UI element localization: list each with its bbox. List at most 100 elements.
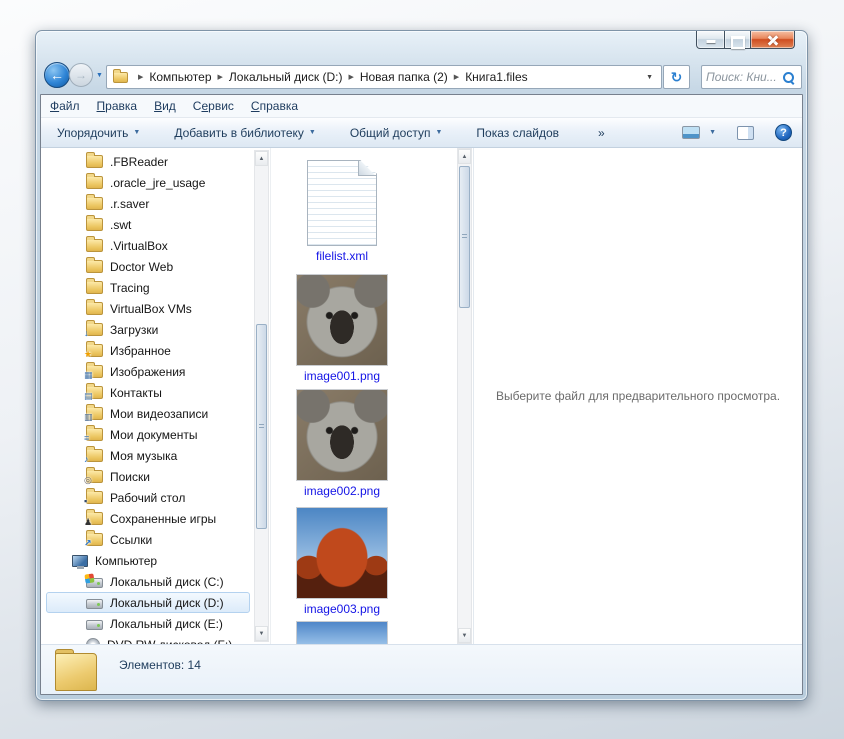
- sidebar-item[interactable]: Рабочий стол: [46, 487, 250, 508]
- file-item[interactable]: image002.png: [272, 389, 412, 498]
- explorer-window: ← → ▼ ▶ Компьютер ▶ Локальный диск (D:) …: [35, 30, 808, 701]
- file-name[interactable]: image002.png: [272, 484, 412, 498]
- sidebar-item[interactable]: .oracle_jre_usage: [46, 172, 250, 193]
- file-list-pane: filelist.xml image001.png image002.png: [272, 148, 473, 644]
- file-item[interactable]: image003.png: [272, 507, 412, 616]
- sidebar-item[interactable]: .r.saver: [46, 193, 250, 214]
- chevron-down-icon: ▼: [309, 129, 316, 136]
- file-item[interactable]: filelist.xml: [272, 160, 412, 263]
- sidebar-item-label: Tracing: [110, 281, 150, 295]
- toolbar-button[interactable]: Упорядочить ▼: [57, 126, 140, 140]
- refresh-button[interactable]: ↻: [663, 65, 690, 89]
- file-list-scrollbar[interactable]: ▲ ▼: [457, 148, 472, 644]
- file-name[interactable]: image003.png: [272, 602, 412, 616]
- sidebar-item[interactable]: Контакты: [46, 382, 250, 403]
- file-item[interactable]: image001.png: [272, 274, 412, 383]
- sidebar-item[interactable]: Загрузки: [46, 319, 250, 340]
- breadcrumb-segment-label[interactable]: Компьютер: [149, 70, 211, 84]
- sidebar-item-label: Изображения: [110, 365, 185, 379]
- help-icon[interactable]: ?: [775, 124, 792, 141]
- scroll-down-icon[interactable]: ▼: [255, 626, 268, 641]
- menu-item[interactable]: Правка: [97, 99, 138, 113]
- sidebar-item[interactable]: Мои документы: [46, 424, 250, 445]
- menu-item[interactable]: Вид: [154, 99, 176, 113]
- breadcrumb-segment[interactable]: ▶ Компьютер: [132, 70, 212, 84]
- file-thumbnail[interactable]: [307, 160, 377, 246]
- sidebar-scrollbar[interactable]: ▲ ▼: [254, 150, 269, 642]
- sidebar-item[interactable]: DVD RW дисковод (F:): [46, 634, 250, 644]
- breadcrumb[interactable]: ▶ Компьютер ▶ Локальный диск (D:) ▶ Нова…: [106, 65, 662, 89]
- scroll-up-icon[interactable]: ▲: [458, 149, 471, 164]
- sidebar-item[interactable]: Локальный диск (C:): [46, 571, 250, 592]
- file-thumbnail[interactable]: [296, 389, 388, 481]
- forward-button[interactable]: →: [69, 63, 93, 87]
- breadcrumb-segment-label[interactable]: Новая папка (2): [360, 70, 448, 84]
- toolbar: Упорядочить ▼ Добавить в библиотеку ▼ Об…: [41, 118, 802, 148]
- breadcrumb-arrow-icon[interactable]: ▶: [218, 73, 223, 81]
- menu-item[interactable]: Справка: [251, 99, 298, 113]
- sidebar-item[interactable]: .swt: [46, 214, 250, 235]
- views-dropdown-icon[interactable]: ▼: [709, 129, 716, 136]
- close-button[interactable]: [750, 31, 795, 49]
- toolbar-button-label: Добавить в библиотеку: [174, 126, 304, 140]
- sidebar-item-label: Локальный диск (C:): [110, 575, 224, 589]
- breadcrumb-segment[interactable]: ▶ Книга1.files: [448, 70, 528, 84]
- breadcrumb-segment-label[interactable]: Локальный диск (D:): [229, 70, 343, 84]
- scroll-down-icon[interactable]: ▼: [458, 628, 471, 643]
- toolbar-right-group: ▼ ?: [682, 118, 792, 147]
- sidebar-item[interactable]: .FBReader: [46, 151, 250, 172]
- sidebar-item[interactable]: Изображения: [46, 361, 250, 382]
- sidebar-item-label: Поиски: [110, 470, 150, 484]
- sidebar-item[interactable]: Tracing: [46, 277, 250, 298]
- sidebar-item[interactable]: .VirtualBox: [46, 235, 250, 256]
- sidebar-item[interactable]: Сохраненные игры: [46, 508, 250, 529]
- sidebar-item-label: .oracle_jre_usage: [110, 176, 205, 190]
- toolbar-button[interactable]: Добавить в библиотеку ▼: [174, 126, 315, 140]
- breadcrumb-segment[interactable]: ▶ Новая папка (2): [342, 70, 447, 84]
- recent-pages-dropdown-icon[interactable]: ▼: [96, 72, 103, 79]
- toolbar-button[interactable]: Показ слайдов: [476, 126, 564, 140]
- content-area: .FBReader .oracle_jre_usage .r.saver: [41, 148, 802, 644]
- sidebar-item[interactable]: Компьютер: [46, 550, 250, 571]
- toolbar-button[interactable]: »: [598, 126, 610, 140]
- sidebar-item-label: Doctor Web: [110, 260, 173, 274]
- menu-item[interactable]: Файл: [50, 99, 80, 113]
- back-button[interactable]: ←: [44, 62, 70, 88]
- breadcrumb-segment-label[interactable]: Книга1.files: [465, 70, 527, 84]
- sidebar-item-label: .FBReader: [110, 155, 168, 169]
- maximize-button[interactable]: [724, 31, 751, 49]
- scrollbar-thumb[interactable]: [459, 166, 470, 308]
- sidebar-item[interactable]: Локальный диск (D:): [46, 592, 250, 613]
- sidebar-item[interactable]: Doctor Web: [46, 256, 250, 277]
- sidebar-item-label: Контакты: [110, 386, 162, 400]
- preview-pane-toggle-icon[interactable]: [737, 126, 754, 140]
- sidebar-item-icon: [86, 599, 103, 609]
- sidebar-item[interactable]: Мои видеозаписи: [46, 403, 250, 424]
- breadcrumb-arrow-icon[interactable]: ▶: [348, 73, 353, 81]
- folder-icon: [113, 72, 128, 83]
- sidebar-item[interactable]: Ссылки: [46, 529, 250, 550]
- file-name[interactable]: image001.png: [272, 369, 412, 383]
- address-dropdown-icon[interactable]: ▼: [642, 74, 657, 81]
- scroll-up-icon[interactable]: ▲: [255, 151, 268, 166]
- minimize-button[interactable]: [696, 31, 725, 49]
- breadcrumb-segment[interactable]: ▶ Локальный диск (D:): [212, 70, 343, 84]
- search-input[interactable]: [706, 70, 782, 84]
- scrollbar-thumb[interactable]: [256, 324, 267, 529]
- views-icon[interactable]: [682, 126, 700, 139]
- file-thumbnail[interactable]: [296, 621, 388, 644]
- sidebar-item[interactable]: Моя музыка: [46, 445, 250, 466]
- sidebar-item[interactable]: Избранное: [46, 340, 250, 361]
- menu-item[interactable]: Сервис: [193, 99, 234, 113]
- search-icon[interactable]: [782, 71, 795, 84]
- file-item[interactable]: [272, 621, 412, 644]
- file-thumbnail[interactable]: [296, 274, 388, 366]
- sidebar-item[interactable]: Поиски: [46, 466, 250, 487]
- sidebar-item[interactable]: Локальный диск (E:): [46, 613, 250, 634]
- sidebar-item[interactable]: VirtualBox VMs: [46, 298, 250, 319]
- toolbar-button[interactable]: Общий доступ ▼: [350, 126, 443, 140]
- file-name[interactable]: filelist.xml: [272, 249, 412, 263]
- breadcrumb-arrow-icon[interactable]: ▶: [454, 73, 459, 81]
- breadcrumb-arrow-icon[interactable]: ▶: [138, 73, 143, 81]
- file-thumbnail[interactable]: [296, 507, 388, 599]
